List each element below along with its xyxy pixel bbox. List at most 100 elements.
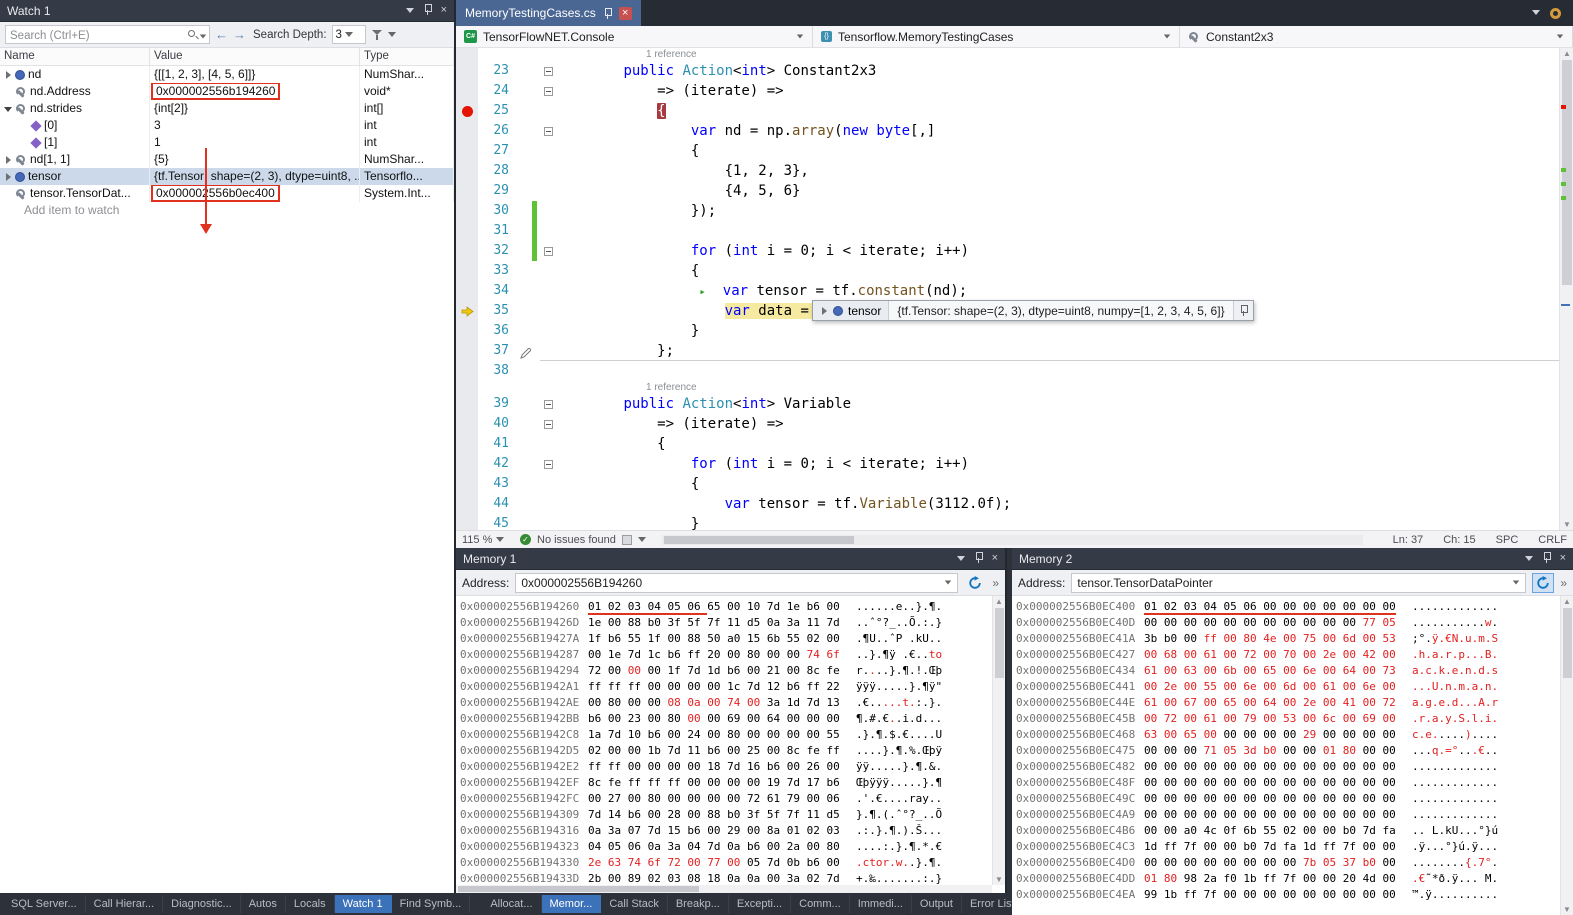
- document-tab[interactable]: MemoryTestingCases.cs ×: [456, 0, 641, 26]
- watch-title-bar[interactable]: Watch 1 ×: [0, 0, 454, 22]
- memory-row[interactable]: 0x000002556B1942EF8c fe ff ff ff 00 00 0…: [460, 775, 1005, 791]
- column-header-value[interactable]: Value: [150, 48, 360, 65]
- watch-row[interactable]: nd[1, 1]{5}NumShar...: [0, 151, 454, 168]
- code-line[interactable]: 31: [456, 221, 1559, 241]
- memory-row[interactable]: 0x000002556B0EC46863 00 65 00 00 00 00 0…: [1016, 727, 1573, 743]
- memory1-horizontal-scrollbar[interactable]: [456, 885, 992, 893]
- scrollbar-thumb[interactable]: [458, 886, 699, 892]
- tool-window-tab[interactable]: Call Stack: [601, 895, 668, 913]
- code-line[interactable]: 24 => (iterate) =>: [456, 81, 1559, 101]
- breakpoint-icon[interactable]: [456, 101, 478, 121]
- memory2-vertical-scrollbar[interactable]: ▲ ▼: [1560, 596, 1573, 915]
- glyph-margin[interactable]: [456, 261, 478, 281]
- memory-row[interactable]: 0x000002556B19428700 1e 7d 1c b6 ff 20 0…: [460, 647, 1005, 663]
- search-input[interactable]: [6, 28, 176, 45]
- scroll-up-icon[interactable]: ▲: [993, 597, 1005, 606]
- window-menu-icon[interactable]: [1525, 553, 1533, 564]
- pin-icon[interactable]: [1233, 301, 1253, 320]
- glyph-margin[interactable]: [456, 181, 478, 201]
- glyph-margin[interactable]: [456, 361, 478, 381]
- scrollbar-thumb[interactable]: [1563, 608, 1572, 678]
- memory1-vertical-scrollbar[interactable]: ▲ ▼: [992, 596, 1005, 885]
- refresh-icon[interactable]: [1532, 573, 1554, 593]
- memory-row[interactable]: 0x000002556B0EC44100 2e 00 55 00 6e 00 6…: [1016, 679, 1573, 695]
- memory-row[interactable]: 0x000002556B19433D2b 00 89 02 03 08 18 0…: [460, 871, 1005, 884]
- memory-row[interactable]: 0x000002556B1943097d 14 b6 00 28 00 88 b…: [460, 807, 1005, 823]
- code-line[interactable]: 36 }: [456, 321, 1559, 341]
- memory-row[interactable]: 0x000002556B0EC44E61 00 67 00 65 00 64 0…: [1016, 695, 1573, 711]
- add-watch-item-row[interactable]: Add item to watch: [0, 202, 454, 219]
- code-line[interactable]: 30 });: [456, 201, 1559, 221]
- memory-row[interactable]: 0x000002556B1942AE00 80 00 00 08 0a 00 7…: [460, 695, 1005, 711]
- memory2-address-input[interactable]: tensor.TensorDataPointer: [1071, 573, 1526, 593]
- memory-row[interactable]: 0x000002556B19426D1e 00 88 b0 3f 5f 7f 1…: [460, 615, 1005, 631]
- tool-window-tab[interactable]: Find Symb...: [392, 895, 471, 913]
- expander-icon[interactable]: [820, 307, 828, 315]
- toolbar-overflow-icon[interactable]: »: [992, 576, 999, 590]
- glyph-margin[interactable]: [456, 321, 478, 341]
- zoom-select[interactable]: 115 %: [462, 534, 514, 546]
- code-line[interactable]: 34 ▸ var tensor = tf.constant(nd);: [456, 281, 1559, 301]
- scroll-up-icon[interactable]: ▲: [1561, 597, 1573, 606]
- health-status[interactable]: No issues found: [537, 534, 616, 546]
- codelens-references[interactable]: 1 reference: [478, 381, 697, 394]
- memory-row[interactable]: 0x000002556B0EC4B600 00 a0 4c 0f 6b 55 0…: [1016, 823, 1573, 839]
- glyph-margin[interactable]: [456, 514, 478, 530]
- code-line[interactable]: 39 public Action<int> Variable: [456, 394, 1559, 414]
- code-line[interactable]: 38: [456, 361, 1559, 381]
- code-line[interactable]: 42 for (int i = 0; i < iterate; i++): [456, 454, 1559, 474]
- close-icon[interactable]: ×: [619, 7, 632, 20]
- tool-window-tab[interactable]: Diagnostic...: [163, 895, 241, 913]
- filter-icon[interactable]: [371, 29, 383, 41]
- scrollbar-thumb[interactable]: [1562, 60, 1572, 285]
- code-line[interactable]: 41 {: [456, 434, 1559, 454]
- horizontal-scrollbar[interactable]: [662, 535, 1363, 545]
- fold-collapse-icon[interactable]: [544, 247, 553, 256]
- chevron-down-icon[interactable]: [388, 32, 396, 37]
- memory-row[interactable]: 0x000002556B0EC40001 02 03 04 05 06 00 0…: [1016, 599, 1573, 615]
- memory-row[interactable]: 0x000002556B0EC4C31d ff 7f 00 00 b0 7d f…: [1016, 839, 1573, 855]
- search-prev-button[interactable]: ←: [215, 28, 228, 41]
- memory2-title-bar[interactable]: Memory 2 ×: [1012, 548, 1573, 570]
- memory-row[interactable]: 0x000002556B0EC48200 00 00 00 00 00 00 0…: [1016, 759, 1573, 775]
- code-line[interactable]: 33 {: [456, 261, 1559, 281]
- search-options-chevron-icon[interactable]: [200, 35, 206, 39]
- column-header-type[interactable]: Type: [360, 48, 454, 65]
- fold-collapse-icon[interactable]: [544, 460, 553, 469]
- glyph-margin[interactable]: [456, 221, 478, 241]
- code-line[interactable]: 44 var tensor = tf.Variable(3112.0f);: [456, 494, 1559, 514]
- code-line[interactable]: 28 {1, 2, 3},: [456, 161, 1559, 181]
- glyph-margin[interactable]: [456, 434, 478, 454]
- pin-icon[interactable]: [1542, 552, 1551, 566]
- scroll-down-icon[interactable]: ▼: [1561, 905, 1573, 914]
- fold-collapse-icon[interactable]: [544, 127, 553, 136]
- glyph-margin[interactable]: [456, 161, 478, 181]
- memory-row[interactable]: 0x000002556B19427A1f b6 55 1f 00 88 50 a…: [460, 631, 1005, 647]
- window-list-chevron-icon[interactable]: [1532, 8, 1540, 19]
- glyph-margin[interactable]: [456, 494, 478, 514]
- memory-row[interactable]: 0x000002556B19429472 00 00 00 1f 7d 1d b…: [460, 663, 1005, 679]
- scroll-up-icon[interactable]: ▲: [1560, 49, 1573, 58]
- watch-row[interactable]: nd{[[1, 2, 3], [4, 5, 6]]}NumShar...: [0, 66, 454, 83]
- watch-row[interactable]: nd.Address0x000002556b194260void*: [0, 83, 454, 100]
- scrollbar-thumb[interactable]: [664, 536, 854, 544]
- scroll-down-icon[interactable]: ▼: [993, 875, 1005, 884]
- codelens-references[interactable]: 1 reference: [478, 48, 697, 61]
- glyph-margin[interactable]: [456, 81, 478, 101]
- search-icon[interactable]: [188, 30, 195, 37]
- code-cleanup-icon[interactable]: [622, 535, 632, 545]
- tool-window-tab[interactable]: Call Hierar...: [86, 895, 164, 913]
- code-line[interactable]: 45 }: [456, 514, 1559, 530]
- close-icon[interactable]: ×: [992, 553, 998, 564]
- fold-collapse-icon[interactable]: [544, 67, 553, 76]
- gear-icon[interactable]: [1550, 8, 1561, 19]
- project-dropdown[interactable]: C# TensorFlowNET.Console: [456, 26, 813, 47]
- glyph-margin[interactable]: [456, 281, 478, 301]
- memory-row[interactable]: 0x000002556B19432304 05 06 0a 3a 04 7d 0…: [460, 839, 1005, 855]
- memory-row[interactable]: 0x000002556B0EC40D00 00 00 00 00 00 00 0…: [1016, 615, 1573, 631]
- refresh-icon[interactable]: [964, 573, 986, 593]
- search-next-button[interactable]: →: [233, 28, 246, 41]
- memory-row[interactable]: 0x000002556B1942A1ff ff ff 00 00 00 00 1…: [460, 679, 1005, 695]
- code-line[interactable]: 25 {: [456, 101, 1559, 121]
- watch-row[interactable]: [0]3int: [0, 117, 454, 134]
